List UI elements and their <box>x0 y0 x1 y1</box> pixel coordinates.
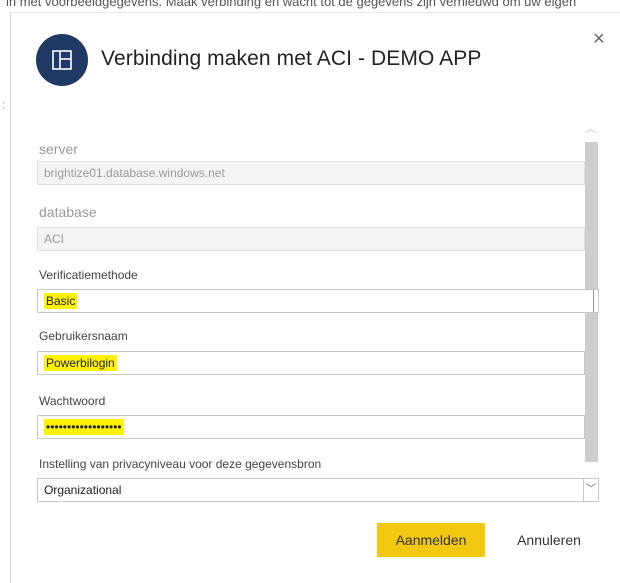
auth-method-select[interactable]: Basic <box>37 289 599 313</box>
database-label: database <box>39 204 97 220</box>
auth-method-value: Basic <box>44 293 78 309</box>
connect-dialog: Verbinding maken met ACI - DEMO APP × ︿ … <box>10 12 620 583</box>
scroll-up-icon[interactable]: ︿ <box>583 120 599 138</box>
database-field: ACI <box>37 227 585 251</box>
select-edge <box>593 290 598 312</box>
server-value: brightize01.database.windows.net <box>44 166 225 180</box>
server-label: server <box>39 141 78 157</box>
username-field[interactable]: Powerbilogin <box>37 351 585 375</box>
username-value: Powerbilogin <box>44 355 117 371</box>
cancel-button[interactable]: Annuleren <box>501 523 597 557</box>
signin-button[interactable]: Aanmelden <box>377 523 485 557</box>
powerbi-app-icon <box>36 34 88 86</box>
password-value: •••••••••••••••••• <box>44 419 124 435</box>
username-label: Gebruikersnaam <box>39 329 128 343</box>
privacy-select[interactable]: Organizational ﹀ <box>37 478 599 502</box>
privacy-label: Instelling van privacyniveau voor deze g… <box>39 457 322 471</box>
dialog-title: Verbinding maken met ACI - DEMO APP <box>101 47 482 70</box>
database-value: ACI <box>44 232 65 246</box>
password-field[interactable]: •••••••••••••••••• <box>37 415 585 439</box>
close-icon[interactable]: × <box>593 29 605 49</box>
auth-method-label: Verificatiemethode <box>39 268 138 282</box>
password-label: Wachtwoord <box>39 394 106 408</box>
server-field: brightize01.database.windows.net <box>37 161 585 185</box>
background-edge-mark: : <box>2 100 5 111</box>
privacy-value: Organizational <box>44 483 122 497</box>
chevron-down-icon[interactable]: ﹀ <box>583 479 598 501</box>
